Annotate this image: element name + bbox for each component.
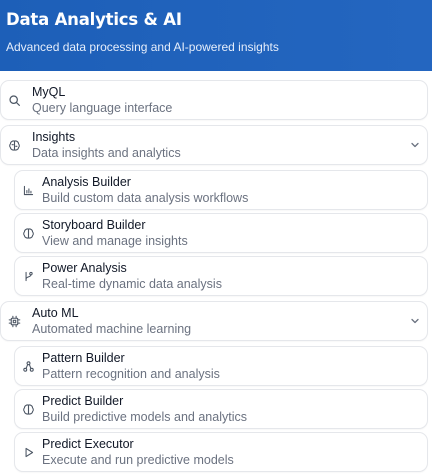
brain-icon (22, 227, 35, 240)
menu-item-title: MyQL (32, 85, 66, 99)
submenu-item-description: Build predictive models and analytics (42, 410, 247, 424)
submenu-item-description: View and manage insights (42, 234, 188, 248)
submenu-item-description: Pattern recognition and analysis (42, 367, 220, 381)
submenu-item-title: Storyboard Builder (42, 218, 146, 232)
git-branch-icon (22, 270, 35, 283)
submenu-item-title: Predict Builder (42, 394, 124, 408)
submenu-item-title: Analysis Builder (42, 175, 131, 189)
menu-item-description: Query language interface (32, 101, 173, 115)
app-title: Data Analytics & AI (6, 10, 182, 29)
app-subtitle: Advanced data processing and AI-powered … (6, 40, 279, 54)
menu-item-title: Auto ML (32, 306, 79, 320)
play-icon (22, 446, 35, 459)
submenu-item-description: Real-time dynamic data analysis (42, 277, 222, 291)
submenu-item-power-analysis[interactable]: Power Analysis Real-time dynamic data an… (14, 256, 428, 296)
submenu-item-description: Execute and run predictive models (42, 453, 234, 467)
workflow-icon (22, 360, 35, 373)
submenu-item-title: Power Analysis (42, 261, 127, 275)
bar-chart-icon (22, 184, 35, 197)
submenu-item-analysis-builder[interactable]: Analysis Builder Build custom data analy… (14, 170, 428, 210)
menu-item-description: Automated machine learning (32, 322, 192, 336)
menu-item-auto-ml[interactable]: Auto ML Automated machine learning (0, 301, 428, 341)
submenu-item-title: Pattern Builder (42, 351, 125, 365)
menu-item-title: Insights (32, 130, 76, 144)
menu-item-insights[interactable]: Insights Data insights and analytics (0, 125, 428, 165)
app-header: Data Analytics & AI Advanced data proces… (0, 0, 432, 71)
menu-item-description: Data insights and analytics (32, 146, 181, 160)
submenu-item-predict-executor[interactable]: Predict Executor Execute and run predict… (14, 432, 428, 472)
submenu-item-description: Build custom data analysis workflows (42, 191, 249, 205)
submenu-item-title: Predict Executor (42, 437, 134, 451)
cpu-icon (8, 315, 21, 328)
chevron-down-icon[interactable] (410, 316, 420, 326)
submenu-item-pattern-builder[interactable]: Pattern Builder Pattern recognition and … (14, 346, 428, 386)
submenu-item-storyboard-builder[interactable]: Storyboard Builder View and manage insig… (14, 213, 428, 253)
brain-icon (22, 403, 35, 416)
search-icon (8, 94, 21, 107)
chevron-down-icon[interactable] (410, 140, 420, 150)
brain-icon (8, 139, 21, 152)
menu-item-myql[interactable]: MyQL Query language interface (0, 80, 428, 120)
submenu-item-predict-builder[interactable]: Predict Builder Build predictive models … (14, 389, 428, 429)
